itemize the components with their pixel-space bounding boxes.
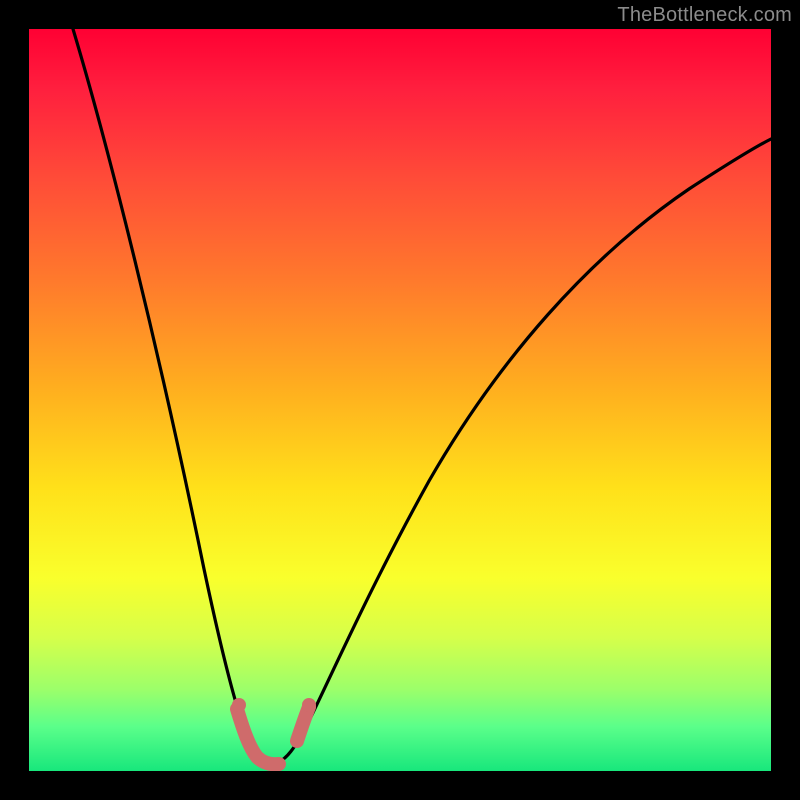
chart-frame: TheBottleneck.com xyxy=(0,0,800,800)
highlight-right xyxy=(297,707,309,741)
highlight-left xyxy=(237,709,279,764)
plot-area xyxy=(29,29,771,771)
bottleneck-curve xyxy=(29,29,771,771)
curve-main xyxy=(73,29,771,763)
watermark-text: TheBottleneck.com xyxy=(617,4,792,27)
highlight-dot-2 xyxy=(302,698,316,712)
highlight-dot-1 xyxy=(232,698,246,712)
